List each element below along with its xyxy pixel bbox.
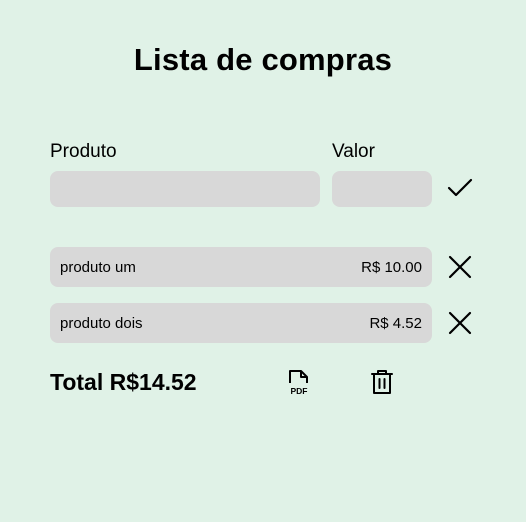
add-item-button[interactable] — [445, 173, 475, 203]
trash-icon — [371, 370, 393, 394]
remove-item-button[interactable] — [446, 309, 474, 337]
close-icon — [448, 255, 472, 279]
close-icon — [448, 311, 472, 335]
list-item: produto dois R$ 4.52 — [50, 303, 432, 343]
item-name: produto um — [60, 258, 136, 276]
pdf-icon-text: PDF — [291, 386, 308, 396]
list-item: produto um R$ 10.00 — [50, 247, 432, 287]
pdf-icon: PDF — [289, 370, 308, 396]
item-price: R$ 10.00 — [361, 258, 422, 276]
export-pdf-button[interactable]: PDF — [285, 368, 313, 398]
page-title: Lista de compras — [133, 42, 393, 77]
check-icon — [447, 178, 473, 197]
item-name: produto dois — [60, 314, 143, 332]
value-label: Valor — [332, 141, 375, 162]
value-input[interactable] — [332, 171, 432, 207]
clear-list-button[interactable] — [368, 367, 396, 397]
total-label: Total R$14.52 — [50, 369, 197, 395]
product-label: Produto — [50, 141, 117, 162]
remove-item-button[interactable] — [446, 253, 474, 281]
item-price: R$ 4.52 — [369, 314, 422, 332]
product-input[interactable] — [50, 171, 320, 207]
